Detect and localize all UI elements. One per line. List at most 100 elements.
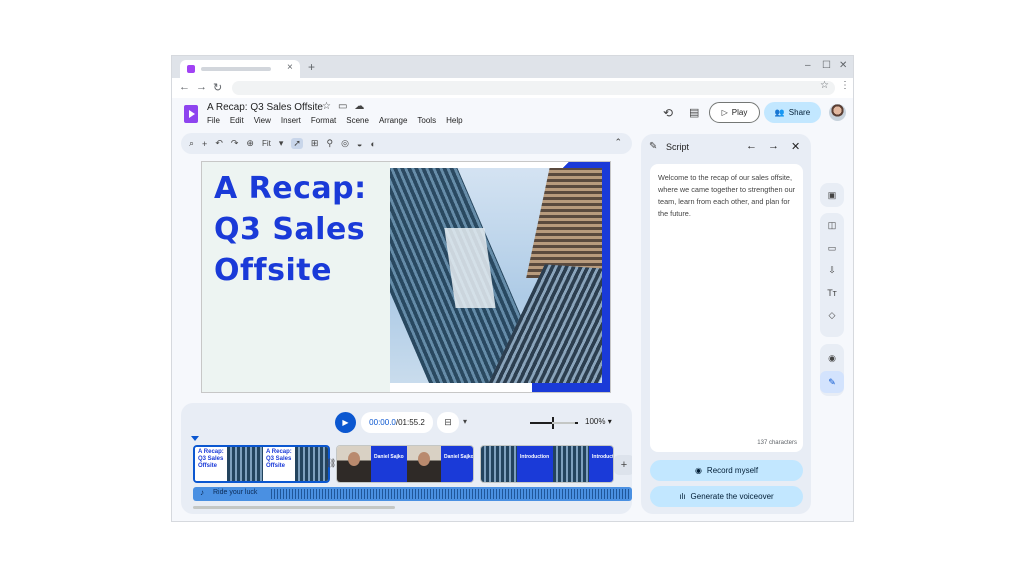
timeline-panel: ▶ 00:00.0 / 01:55.2 ⊟ ▾ 100% ▾ A Recap: … [181,403,632,514]
redo-icon[interactable]: ↷ [231,138,239,149]
fill-color-icon[interactable]: ◒ [357,139,362,149]
music-note-icon: ♪ [200,488,204,497]
menu-bar: File Edit View Insert Format Scene Arran… [207,116,463,125]
slide-title-panel: A Recap: Q3 Sales Offsite [202,162,390,392]
new-tab-button[interactable]: + [308,60,315,74]
audio-track[interactable]: ♪ Ride your luck [193,487,632,501]
generate-voiceover-button[interactable]: ılı Generate the voiceover [650,486,803,507]
text-icon[interactable]: Tт [820,282,844,304]
clip-frame-caption: Introduction [589,446,613,482]
menu-help[interactable]: Help [446,116,462,125]
script-text[interactable]: Welcome to the recap of our sales offsit… [658,172,798,220]
record-icon[interactable]: ◉ [820,347,844,369]
text-box-icon[interactable]: ⊞ [311,138,319,149]
share-button[interactable]: 👥 Share [764,102,821,123]
menu-insert[interactable]: Insert [281,116,301,125]
move-folder-icon[interactable]: ▭ [338,101,347,112]
vids-favicon-icon [187,65,195,73]
menu-scene[interactable]: Scene [346,116,369,125]
chevron-down-icon[interactable]: ▾ [279,138,284,149]
slide-title[interactable]: A Recap: Q3 Sales Offsite [214,168,384,291]
add-scene-button[interactable]: + [614,455,632,475]
stock-media-icon[interactable]: ▣ [820,184,844,206]
comments-icon[interactable]: ▤ [689,106,699,119]
search-icon[interactable]: ⌕ [189,138,194,149]
minimize-icon[interactable]: – [805,60,811,71]
zoom-fit-select[interactable]: Fit [262,139,271,148]
play-button[interactable]: ▷ Play [709,102,760,123]
scene-canvas[interactable]: A Recap: Q3 Sales Offsite [201,161,611,393]
timeline-zoom-value: 100% [585,417,606,426]
upload-icon[interactable]: ⇩ [820,259,844,281]
select-pointer-icon[interactable]: ➚ [291,138,303,149]
menu-view[interactable]: View [254,116,271,125]
timecode: 00:00.0 / 01:55.2 [361,412,433,433]
audio-waveform [271,489,629,499]
forward-icon[interactable]: → [196,81,207,93]
zoom-icon[interactable]: ⊕ [246,138,254,149]
shapes-icon[interactable]: ◇ [820,304,844,326]
shape-icon[interactable]: ◐ [370,139,375,149]
undo-icon[interactable]: ↶ [215,138,223,149]
close-window-icon[interactable]: ✕ [839,60,847,71]
timeline-scrollbar[interactable] [193,506,395,509]
document-title[interactable]: A Recap: Q3 Sales Offsite [207,102,323,113]
version-history-icon[interactable]: ⟲ [663,106,673,120]
split-icon[interactable]: ⊟ [437,412,459,433]
clip-title[interactable]: A Recap: Q3 Sales Offsite A Recap: Q3 Sa… [193,445,330,483]
next-scene-icon[interactable]: → [768,140,779,152]
address-bar-row: ← → ↻ ☆ ⋮ [172,78,853,98]
clip-frame-caption: Daniel Sajko [441,446,473,482]
link-icon[interactable]: ⛓ [325,458,336,469]
chevron-down-icon[interactable]: ▾ [463,417,467,426]
previous-scene-icon[interactable]: ← [746,140,757,152]
clip-frame-photo [227,447,263,481]
clip-frame-caption: Introduction [517,446,553,482]
clip-speaker[interactable]: Daniel Sajko Daniel Sajko [336,445,474,483]
clip-frame-person [407,446,441,482]
play-icon: ▷ [721,108,728,117]
maximize-icon[interactable]: ☐ [822,60,831,71]
url-input[interactable] [232,81,835,95]
folder-icon[interactable]: ▭ [820,237,844,259]
palette-icon[interactable]: ◎ [341,138,349,149]
generate-voiceover-label: Generate the voiceover [690,492,774,501]
menu-file[interactable]: File [207,116,220,125]
menu-format[interactable]: Format [311,116,336,125]
record-myself-button[interactable]: ◉ Record myself [650,460,803,481]
script-editor[interactable]: Welcome to the recap of our sales offsit… [650,164,803,452]
star-icon[interactable]: ☆ [322,101,331,112]
clip-track: A Recap: Q3 Sales Offsite A Recap: Q3 Sa… [193,445,632,485]
avatar[interactable] [829,104,846,121]
timeline-play-button[interactable]: ▶ [335,412,356,433]
script-panel: ✎ Script ← → ✕ Welcome to the recap of o… [641,134,811,514]
browser-tab[interactable]: × [180,60,300,78]
playhead-marker[interactable] [191,436,199,441]
close-icon[interactable]: ✕ [791,140,800,153]
script-panel-title: Script [666,142,690,152]
templates-icon[interactable]: ◫ [820,214,844,236]
cloud-saved-icon[interactable]: ☁ [354,101,364,112]
back-icon[interactable]: ← [179,81,190,93]
skyscraper-photo[interactable] [390,168,602,383]
clip-frame-photo [481,446,517,482]
add-icon[interactable]: + [202,139,207,149]
clip-introduction[interactable]: Introduction Introduction [480,445,614,483]
close-tab-icon[interactable]: × [287,62,293,73]
vids-app: A Recap: Q3 Sales Offsite ☆ ▭ ☁ File Edit … [172,98,853,521]
menu-edit[interactable]: Edit [230,116,244,125]
timeline-zoom-select[interactable]: 100% ▾ [585,417,612,426]
browser-menu-icon[interactable]: ⋮ [840,80,850,91]
record-icon: ◉ [694,466,702,475]
script-panel-icon[interactable]: ✎ [820,371,844,393]
browser-window: × + – ☐ ✕ ← → ↻ ☆ ⋮ A Recap: Q3 Sales Of… [171,55,854,522]
vids-logo-icon[interactable] [184,105,198,123]
tab-title-placeholder [201,67,271,71]
script-icon: ✎ [649,141,658,152]
bookmark-star-icon[interactable]: ☆ [820,80,829,91]
collapse-toolbar-icon[interactable]: ⌃ [614,137,622,148]
menu-arrange[interactable]: Arrange [379,116,407,125]
reload-icon[interactable]: ↻ [213,81,222,94]
menu-tools[interactable]: Tools [417,116,436,125]
paint-format-icon[interactable]: ⚲ [326,138,333,149]
